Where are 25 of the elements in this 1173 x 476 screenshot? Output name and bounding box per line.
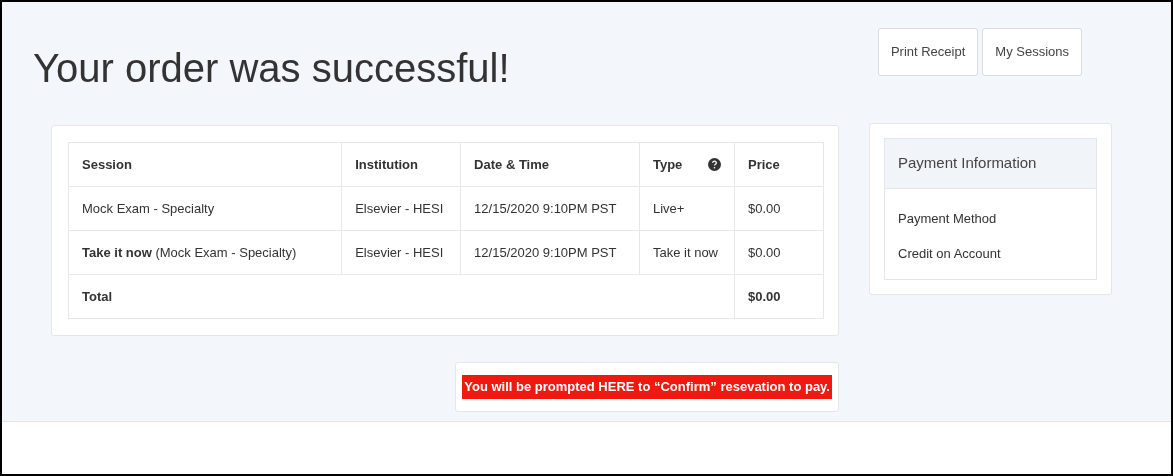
table-cell: $0.00	[748, 244, 781, 260]
table-cell: 12/15/2020 9:10PM PST	[474, 200, 617, 216]
table-cell: Elsevier - HESI	[355, 200, 444, 216]
total-price: $0.00	[748, 288, 781, 304]
column-header: Date & Time	[474, 156, 549, 172]
table-cell: Live+	[652, 200, 685, 216]
total-label: Total	[82, 288, 113, 304]
table-cell: $0.00	[748, 200, 781, 216]
column-header: Type	[652, 155, 683, 174]
notice-text: You will be prompted HERE to “Confirm” resevation to pay.	[462, 375, 832, 399]
table-cell: Take it now	[652, 244, 718, 260]
table-cell: Elsevier - HESI	[355, 244, 444, 260]
column-header: Session	[82, 156, 132, 172]
payment-title: Payment Information	[898, 153, 1037, 174]
table-cell: 12/15/2020 9:10PM PST	[474, 244, 617, 260]
header-button[interactable]: My Sessions	[982, 28, 1082, 76]
payment-line: Credit on Account	[898, 244, 1002, 263]
column-header: Price	[748, 156, 780, 172]
help-icon	[708, 158, 722, 171]
payment-line: Payment Method	[898, 210, 998, 228]
table-cell: Take it now (Mock Exam - Specialty)	[82, 244, 297, 260]
header-button[interactable]: Print Receipt	[877, 28, 979, 76]
column-header: Institution	[355, 156, 418, 172]
table-cell: Mock Exam - Specialty	[82, 200, 215, 216]
page-title: Your order was successful!	[33, 48, 510, 88]
